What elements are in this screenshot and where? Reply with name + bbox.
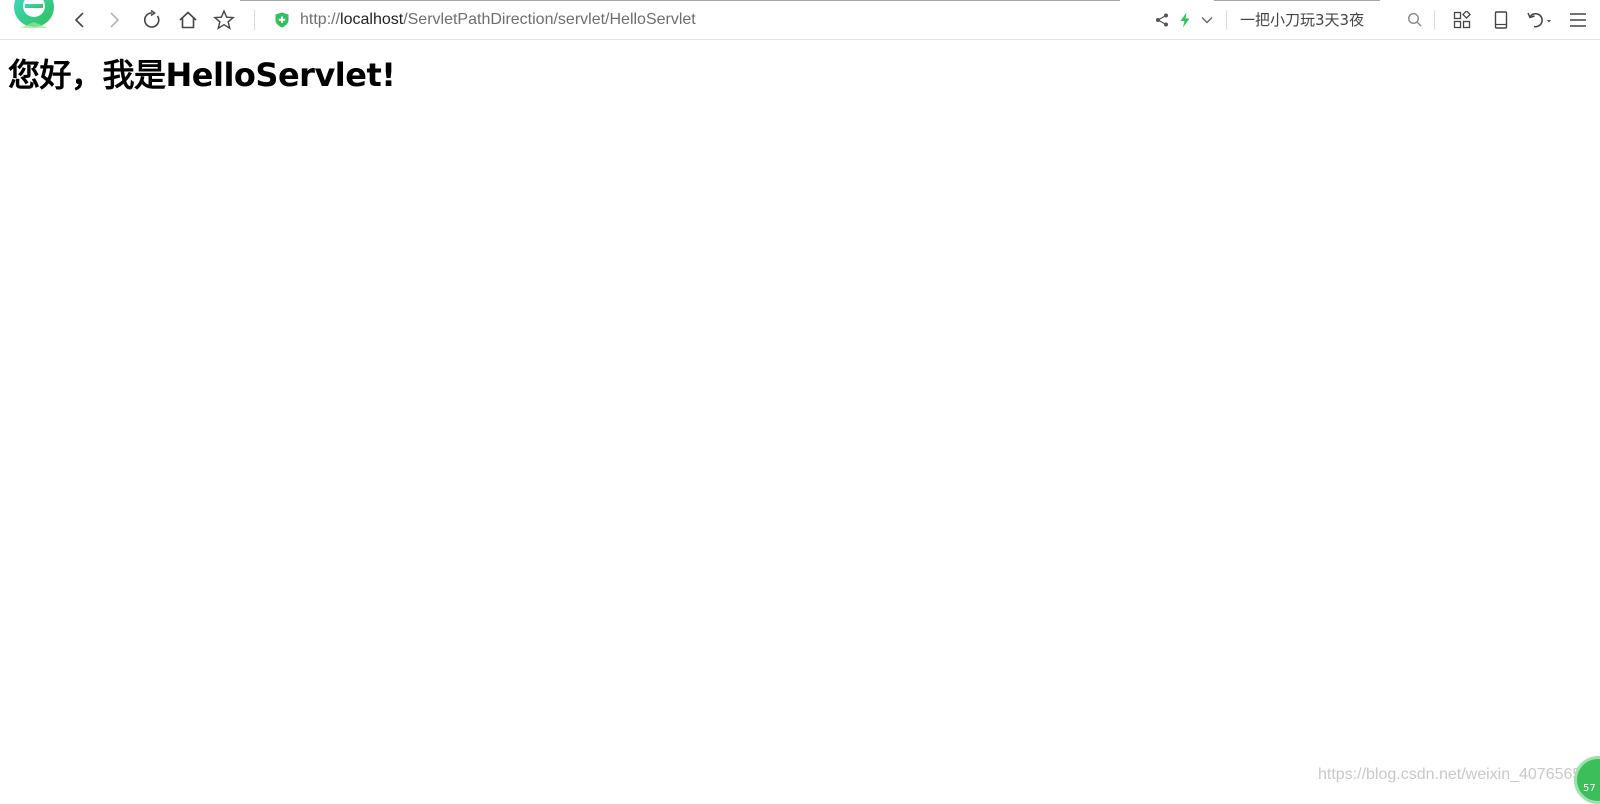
browser-logo-icon[interactable] bbox=[8, 0, 60, 34]
watermark-text: https://blog.csdn.net/weixin_40765650 bbox=[1318, 766, 1591, 783]
page-heading: 您好，我是HelloServlet! bbox=[8, 56, 396, 94]
reload-button[interactable] bbox=[140, 8, 164, 32]
tab-strip-line bbox=[1214, 0, 1380, 1]
lightning-icon bbox=[1180, 12, 1190, 28]
apps-icon bbox=[1453, 11, 1471, 29]
shield-icon[interactable] bbox=[274, 12, 290, 28]
undo-button[interactable] bbox=[1526, 11, 1554, 29]
chevron-left-icon bbox=[74, 12, 84, 28]
home-button[interactable] bbox=[176, 8, 200, 32]
toolbar-divider bbox=[1434, 10, 1435, 30]
undo-icon bbox=[1527, 12, 1551, 28]
page-content: 您好，我是HelloServlet! bbox=[0, 40, 1600, 798]
search-button[interactable] bbox=[1406, 11, 1424, 29]
back-button[interactable] bbox=[68, 8, 92, 32]
url-path: /ServletPathDirection/servlet/HelloServl… bbox=[403, 11, 696, 28]
chevron-down-icon bbox=[1201, 17, 1213, 24]
mode-dropdown-button[interactable] bbox=[1198, 11, 1216, 29]
device-button[interactable] bbox=[1492, 11, 1510, 29]
forward-button[interactable] bbox=[102, 8, 126, 32]
url-scheme: http:// bbox=[300, 11, 341, 28]
address-bar[interactable]: http://localhost/ServletPathDirection/se… bbox=[300, 8, 696, 32]
search-input[interactable]: 一把小刀玩3天3夜 bbox=[1222, 8, 1414, 32]
menu-button[interactable] bbox=[1569, 11, 1587, 29]
search-icon bbox=[1407, 12, 1422, 27]
star-icon bbox=[213, 9, 235, 30]
browser-toolbar: http://localhost/ServletPathDirection/se… bbox=[0, 0, 1600, 40]
apps-button[interactable] bbox=[1453, 11, 1471, 29]
share-button[interactable] bbox=[1153, 11, 1171, 29]
tablet-icon bbox=[1494, 11, 1508, 29]
tab-strip-line bbox=[240, 0, 1120, 1]
hamburger-menu-icon bbox=[1570, 13, 1586, 27]
toolbar-divider bbox=[254, 10, 255, 30]
bookmark-button[interactable] bbox=[212, 8, 236, 32]
share-icon bbox=[1156, 13, 1168, 27]
search-suggestion-text: 一把小刀玩3天3夜 bbox=[1240, 11, 1365, 29]
chevron-right-icon bbox=[110, 12, 120, 28]
home-icon bbox=[179, 11, 197, 29]
speed-mode-button[interactable] bbox=[1176, 11, 1194, 29]
url-host: localhost bbox=[340, 11, 404, 28]
reload-icon bbox=[144, 10, 160, 28]
badge-count: 57 bbox=[1583, 783, 1596, 794]
